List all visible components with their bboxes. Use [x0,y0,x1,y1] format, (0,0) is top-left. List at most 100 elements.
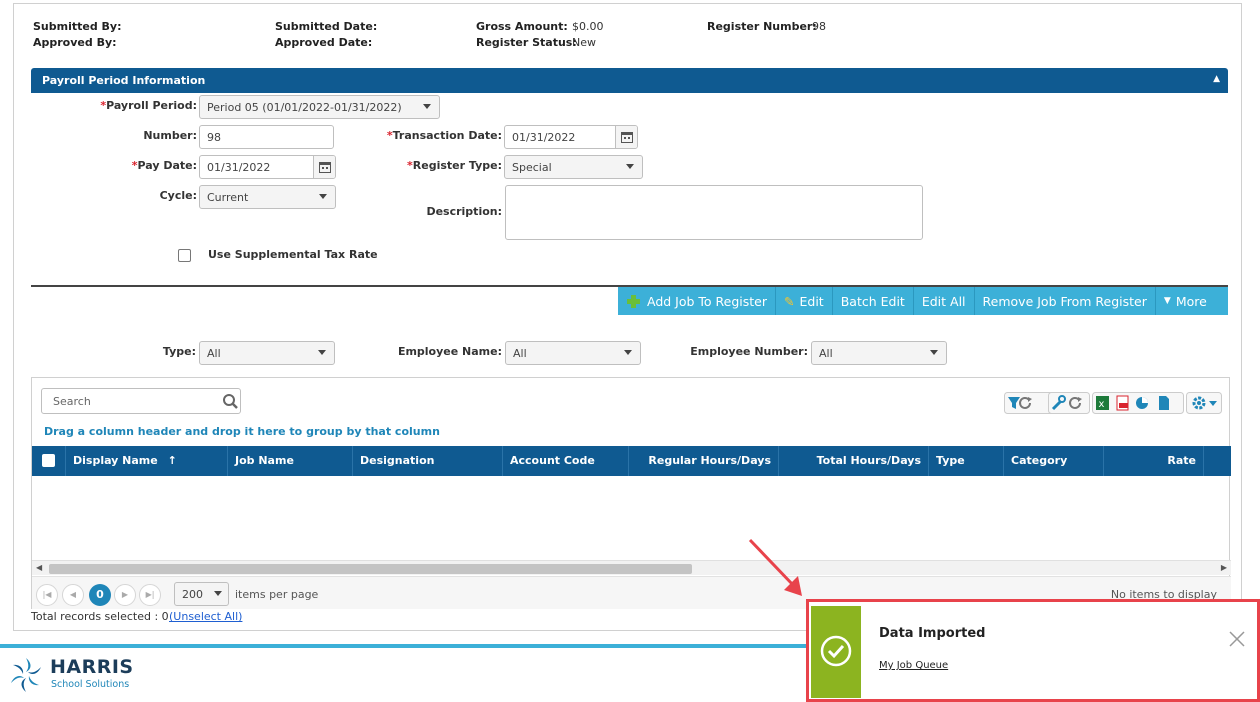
register-status-value: New [572,36,596,49]
more-label: More [1175,293,1207,309]
cycle-select[interactable]: Current [199,185,336,209]
unselect-all-link[interactable]: (Unselect All) [169,610,242,623]
column-category[interactable]: Category [1003,446,1103,476]
add-job-label: Add Job To Register [647,293,768,309]
caret-down-icon: ▼ [1163,296,1171,306]
edit-button[interactable]: ✎ Edit [776,287,833,315]
page-size-value: 200 [182,588,203,601]
pencil-icon: ✎ [784,293,795,309]
add-job-button[interactable]: Add Job To Register [618,287,777,315]
employee-number-label: Employee Number: [690,345,808,358]
grid-search-input[interactable]: Search [41,388,241,414]
employee-number-select[interactable]: All [811,341,947,365]
scroll-right-icon[interactable]: ▶ [1221,563,1227,572]
chevron-down-icon [626,164,634,169]
register-status-label: Register Status: [476,36,577,49]
payroll-period-section-header[interactable]: Payroll Period Information ▲ [31,68,1228,93]
column-label: Display Name [73,454,158,467]
next-page-icon[interactable]: ▶ [114,584,136,606]
check-circle-icon [820,635,852,667]
remove-job-button[interactable]: Remove Job From Register [975,287,1156,315]
type-filter-value: All [207,347,221,360]
page-size-select[interactable]: 200 [174,582,229,606]
description-textarea[interactable] [505,185,923,240]
grid-header: Display Name ↑ Job Name Designation Acco… [32,446,1231,476]
supplemental-tax-label: Use Supplemental Tax Rate [208,248,378,261]
chevron-down-icon [318,350,326,355]
sort-arrow-icon: ↑ [167,454,177,467]
column-account-code[interactable]: Account Code [502,446,628,476]
gear-icon[interactable] [1186,392,1222,414]
export-icons[interactable]: x [1092,392,1184,414]
more-button[interactable]: ▼ More [1156,287,1215,315]
scrollbar-thumb[interactable] [49,564,692,574]
calendar-icon[interactable] [313,156,335,178]
chevron-down-icon [423,104,431,109]
jobs-grid: Search x Drag a column header and drop i… [31,377,1231,609]
my-job-queue-link[interactable]: My Job Queue [879,660,948,671]
pay-date-label: *Pay Date: [131,159,197,172]
edit-label: Edit [799,293,824,309]
close-icon[interactable] [1229,631,1245,647]
column-rate[interactable]: Rate [1103,446,1203,476]
type-filter-select[interactable]: All [199,341,335,365]
payroll-period-label: *Payroll Period: [100,99,197,112]
gross-amount-value: $0.00 [572,20,604,33]
transaction-date-label: *Transaction Date: [386,129,502,142]
last-page-icon[interactable]: ▶| [139,584,161,606]
transaction-date-input[interactable]: 01/31/2022 [504,125,638,149]
horizontal-scrollbar[interactable]: ◀ ▶ [32,560,1231,575]
select-all-column [32,446,65,476]
data-imported-toast: Data Imported My Job Queue [806,599,1260,702]
search-icon[interactable] [222,393,240,411]
supplemental-tax-checkbox[interactable] [178,249,191,262]
employee-name-label: Employee Name: [397,345,502,358]
column-total-hours[interactable]: Total Hours/Days [778,446,928,476]
items-per-page-label: items per page [235,588,319,601]
current-page[interactable]: 0 [89,584,111,606]
chevron-down-icon [624,350,632,355]
scroll-left-icon[interactable]: ◀ [36,563,42,572]
group-by-hint[interactable]: Drag a column header and drop it here to… [44,425,440,438]
toast-status-bar [811,606,861,698]
pay-date-value: 01/31/2022 [207,161,271,174]
calendar-icon[interactable] [615,126,637,148]
plus-icon [627,294,640,308]
brand-subtitle: School Solutions [51,679,130,690]
payroll-period-value: Period 05 (01/01/2022-01/31/2022) [207,101,402,114]
column-spacer [1203,446,1231,476]
employee-name-select[interactable]: All [505,341,641,365]
column-designation[interactable]: Designation [352,446,502,476]
approved-date-label: Approved Date: [275,36,373,49]
first-page-icon[interactable]: |◀ [36,584,58,606]
edit-all-button[interactable]: Edit All [914,287,975,315]
svg-text:x: x [1099,399,1105,410]
wrench-icon[interactable] [1048,392,1090,414]
column-type[interactable]: Type [928,446,1003,476]
type-filter-label: Type: [162,345,196,358]
cycle-value: Current [207,191,249,204]
description-label: Description: [426,205,502,218]
column-job-name[interactable]: Job Name [227,446,352,476]
select-all-checkbox[interactable] [42,454,55,467]
total-selected-label: Total records selected : 0 [31,610,169,623]
search-placeholder: Search [53,395,91,408]
collapse-caret-icon[interactable]: ▲ [1213,74,1220,84]
pay-date-input[interactable]: 01/31/2022 [199,155,336,179]
column-display-name[interactable]: Display Name ↑ [65,446,227,476]
payroll-period-select[interactable]: Period 05 (01/01/2022-01/31/2022) [199,95,440,119]
employee-number-value: All [819,347,833,360]
register-number-label: Register Number: [707,20,817,33]
transaction-date-value: 01/31/2022 [512,131,576,144]
chevron-down-icon [214,591,222,596]
chevron-down-icon [930,350,938,355]
chevron-down-icon [319,194,327,199]
register-type-value: Special [512,161,552,174]
gross-amount-label: Gross Amount: [476,20,568,33]
column-regular-hours[interactable]: Regular Hours/Days [628,446,778,476]
batch-edit-button[interactable]: Batch Edit [833,287,914,315]
section-title: Payroll Period Information [42,74,206,87]
register-type-select[interactable]: Special [504,155,643,179]
number-input[interactable]: 98 [199,125,334,149]
prev-page-icon[interactable]: ◀ [62,584,84,606]
